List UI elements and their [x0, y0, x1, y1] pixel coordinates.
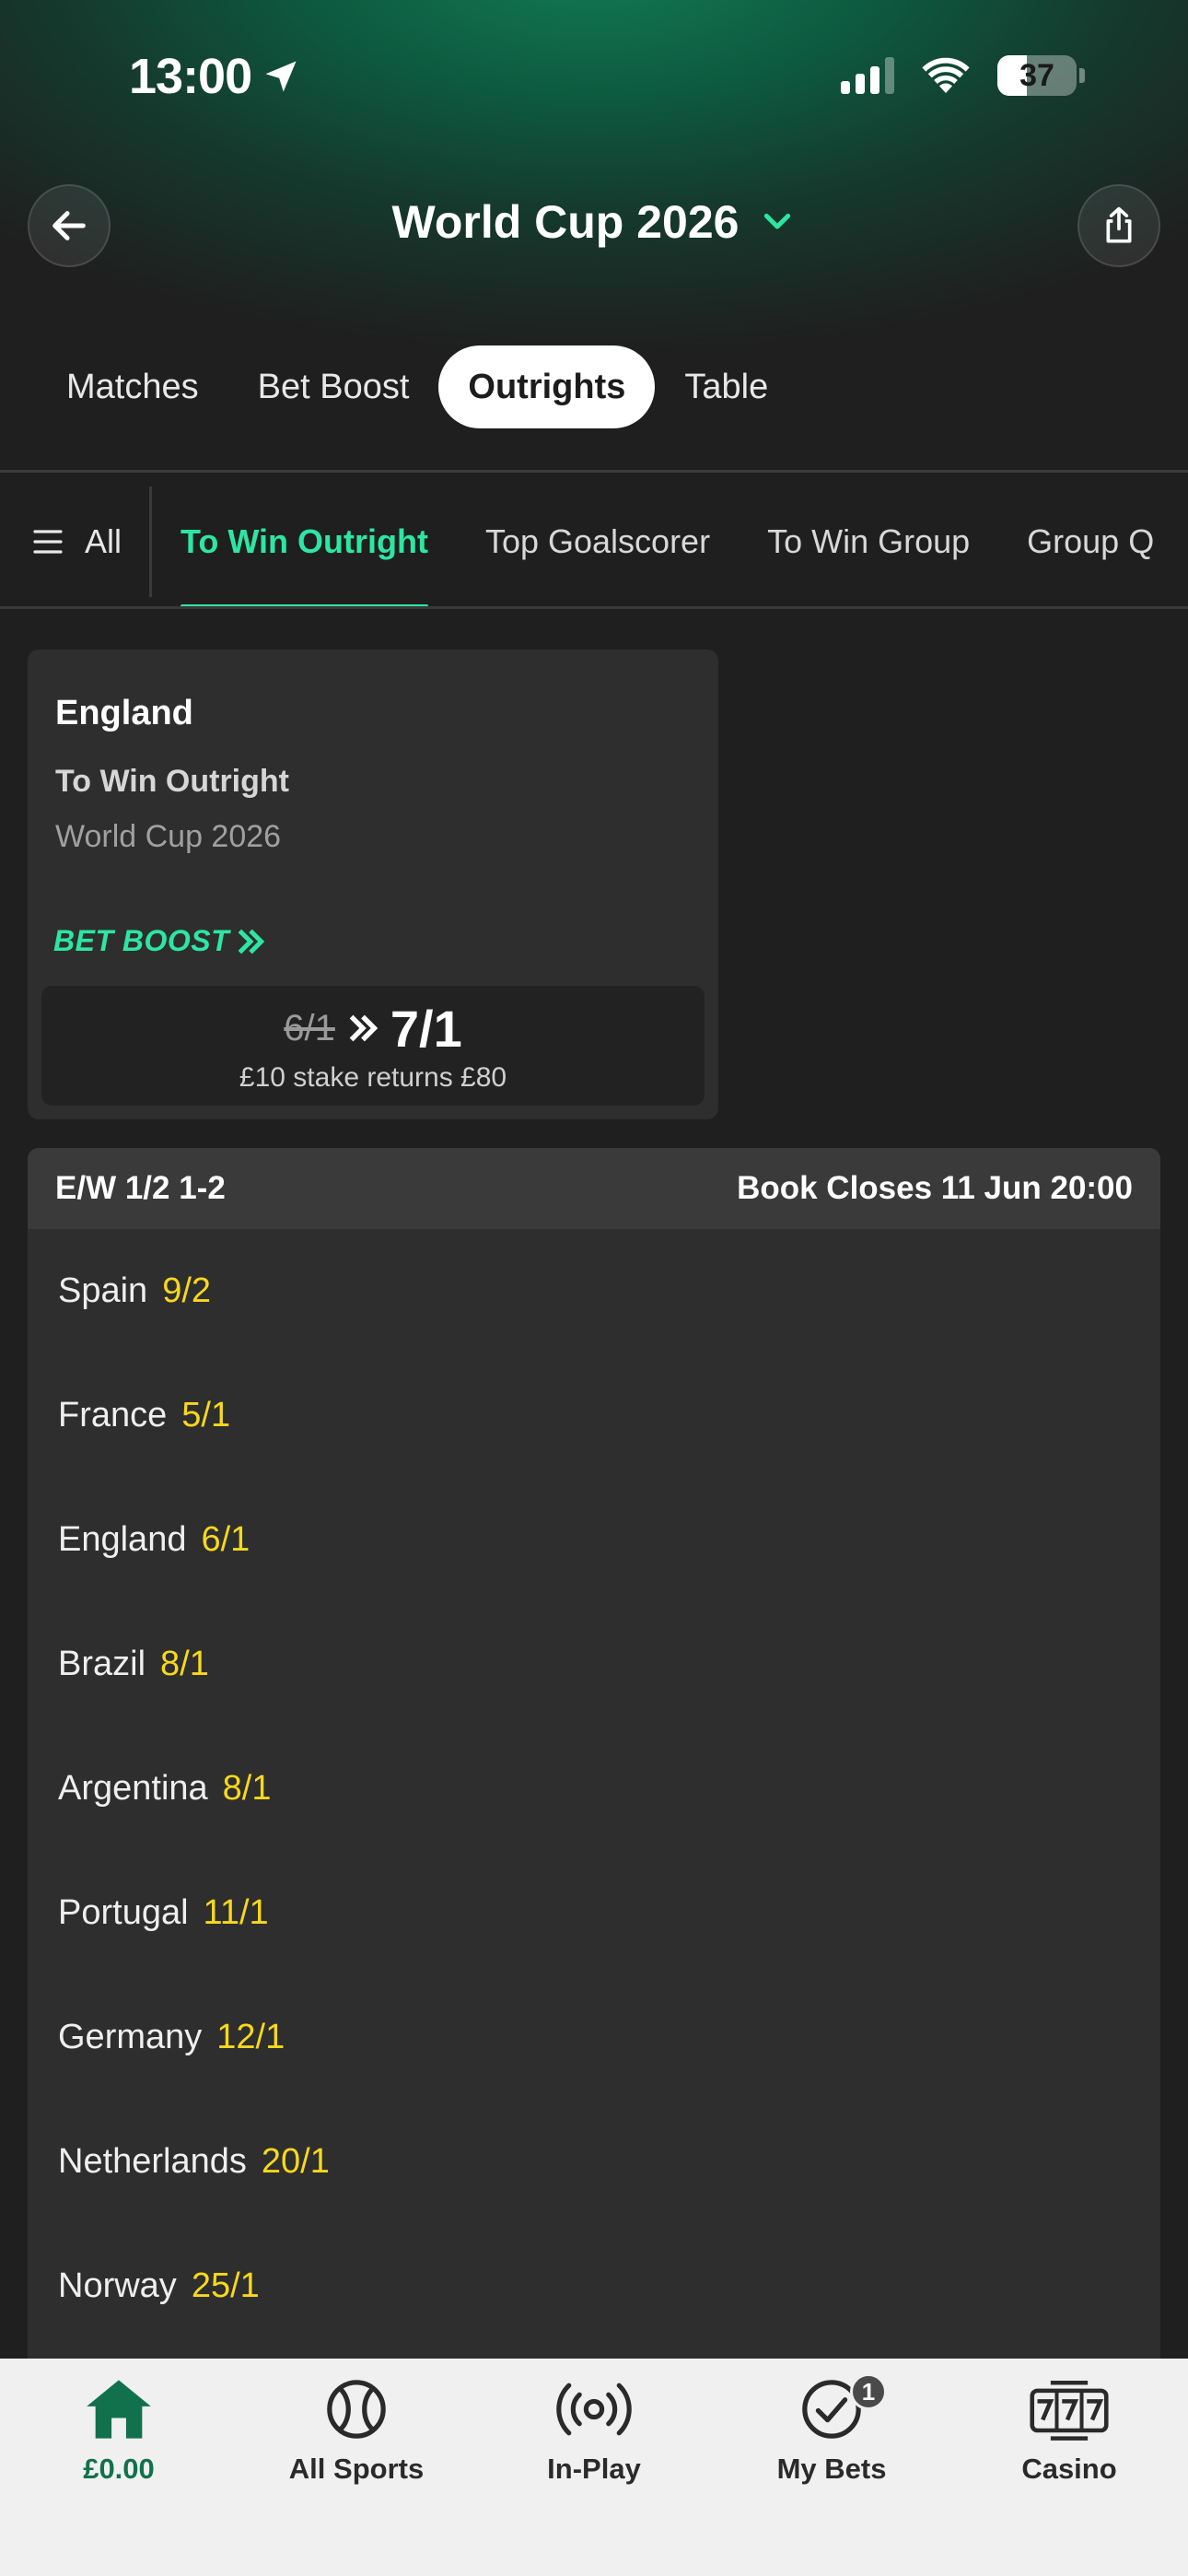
book-closes: Book Closes 11 Jun 20:00: [737, 1170, 1133, 1206]
status-indicators: 37: [841, 55, 1085, 96]
cellular-signal-icon: [841, 57, 894, 94]
old-odds: 6/1: [284, 1007, 335, 1048]
selection-row[interactable]: Portugal 11/1: [28, 1851, 1160, 1975]
selection-row[interactable]: Argentina 8/1: [28, 1727, 1160, 1851]
competition-selector[interactable]: World Cup 2026: [0, 195, 1188, 249]
selection-row[interactable]: Norway 25/1: [28, 2224, 1160, 2348]
page-title: World Cup 2026: [391, 196, 740, 248]
boost-odds-button[interactable]: 6/1 7/1 £10 stake returns £80: [41, 986, 705, 1106]
market-tab-top-goalscorer[interactable]: Top Goalscorer: [457, 474, 739, 608]
battery-icon: 37: [997, 55, 1085, 96]
my-bets-badge: 1: [850, 2373, 887, 2410]
bottom-navigation: £0.00 All Sports In-Play 1 My Bets Casin…: [0, 2359, 1188, 2576]
share-icon: [1106, 206, 1132, 243]
chevron-down-icon: [764, 213, 791, 229]
market-header: E/W 1/2 1-2 Book Closes 11 Jun 20:00: [28, 1148, 1160, 1229]
section-tabs: Matches Bet Boost Outrights Table: [37, 345, 798, 428]
menu-icon: [33, 529, 63, 554]
stake-returns: £10 stake returns £80: [239, 1061, 507, 1093]
bet-boost-card[interactable]: England To Win Outright World Cup 2026 B…: [28, 650, 718, 1119]
selection-row[interactable]: Spain 9/2: [28, 1229, 1160, 1353]
tab-outrights[interactable]: Outrights: [438, 345, 656, 428]
boost-team: England: [55, 694, 193, 732]
slot-machine-icon: [1030, 2380, 1109, 2441]
each-way-terms: E/W 1/2 1-2: [55, 1170, 226, 1206]
location-arrow-icon: [265, 61, 297, 92]
double-chevron-right-icon: [238, 929, 265, 954]
divider: [0, 470, 1188, 473]
boost-market: To Win Outright: [55, 764, 289, 799]
nav-casino[interactable]: Casino: [959, 2377, 1180, 2486]
selection-row[interactable]: England 6/1: [28, 1478, 1160, 1602]
market-tabs: All To Win Outright Top Goalscorer To Wi…: [0, 474, 1188, 608]
all-markets-button[interactable]: All: [0, 486, 153, 597]
status-time: 13:00: [129, 48, 301, 105]
tab-bet-boost[interactable]: Bet Boost: [228, 345, 439, 428]
ball-icon: [327, 2380, 386, 2439]
tab-matches[interactable]: Matches: [37, 345, 228, 428]
market-tab-to-win-outright[interactable]: To Win Outright: [152, 474, 457, 608]
market-tab-group-q[interactable]: Group Q: [998, 474, 1182, 608]
selection-row[interactable]: Netherlands 20/1: [28, 2100, 1160, 2224]
nav-my-bets[interactable]: 1 My Bets: [721, 2373, 942, 2486]
nav-in-play[interactable]: In-Play: [483, 2377, 705, 2486]
live-icon: [556, 2383, 632, 2436]
wifi-icon: [922, 57, 970, 93]
nav-home[interactable]: £0.00: [8, 2377, 229, 2486]
selection-row[interactable]: France 5/1: [28, 1353, 1160, 1478]
boost-competition: World Cup 2026: [55, 819, 282, 854]
home-icon: [87, 2380, 151, 2439]
double-chevron-right-icon: [349, 1014, 379, 1042]
market-tab-to-win-group[interactable]: To Win Group: [739, 474, 998, 608]
divider: [0, 606, 1188, 609]
boosted-odds: 7/1: [390, 999, 462, 1058]
nav-all-sports[interactable]: All Sports: [246, 2377, 467, 2486]
bet-boost-label: BET BOOST: [53, 924, 266, 958]
app-screen: 13:00 37 World Cup 2026 Matches Bet Boos…: [0, 0, 1188, 2576]
selection-row[interactable]: Germany 12/1: [28, 1975, 1160, 2100]
share-button[interactable]: [1077, 184, 1160, 267]
selection-row[interactable]: Brazil 8/1: [28, 1602, 1160, 1727]
tab-table[interactable]: Table: [655, 345, 798, 428]
